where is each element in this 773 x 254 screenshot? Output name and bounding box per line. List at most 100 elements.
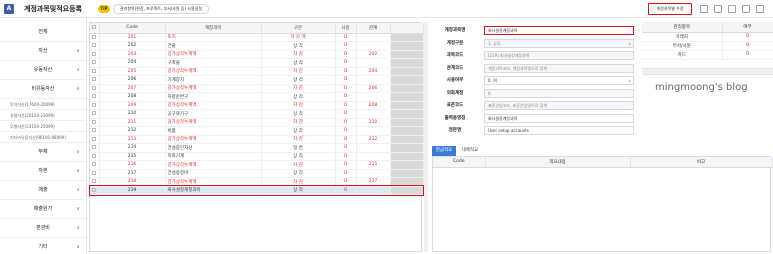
- table-row[interactable]: 219 회사설정계정과목 상 각O: [89, 185, 424, 196]
- table-row[interactable]: 201 토지 차 감 액O: [90, 33, 424, 42]
- table-row[interactable]: 204 구축물 상 각O: [90, 58, 424, 68]
- sidebar-item-1[interactable]: 자산 ∨: [0, 42, 86, 61]
- col-use[interactable]: 사용: [335, 23, 357, 34]
- account-edit-button[interactable]: 계정과목별 수정: [648, 3, 692, 15]
- form-field-5[interactable]: 0: [484, 88, 634, 98]
- chevron-icon[interactable]: ∧: [76, 80, 80, 99]
- form-field-7[interactable]: 회사설정계정과목: [484, 113, 634, 123]
- row-checkbox[interactable]: [90, 50, 100, 59]
- more-icon[interactable]: [700, 5, 708, 13]
- sidebar-item-0[interactable]: 전체: [0, 23, 86, 42]
- table-row[interactable]: 213 감가상각누계액 차 감 O 212: [90, 135, 424, 144]
- form-field-0[interactable]: 회사설정계정과목: [484, 26, 634, 35]
- sidebar-item-4[interactable]: 투자자산(17600-20099): [0, 99, 86, 110]
- print-icon[interactable]: [714, 5, 722, 13]
- sidebar-item-label: 기타: [38, 244, 48, 250]
- col-code[interactable]: Code: [99, 23, 166, 34]
- table-row[interactable]: 202 건물 상 각O: [90, 41, 424, 51]
- sidebar-item-12[interactable]: 판관비 ∨: [0, 219, 86, 238]
- chevron-icon[interactable]: ∨: [76, 61, 80, 80]
- cell-extra: [390, 101, 424, 110]
- sidebar-item-label: 투자자산(17600-20099): [10, 102, 55, 107]
- row-checkbox[interactable]: [90, 126, 100, 136]
- table-row[interactable]: 218 감가상각누계액 차 감 O 217: [90, 177, 424, 187]
- row-checkbox[interactable]: [90, 33, 100, 42]
- row-checkbox[interactable]: [90, 92, 100, 102]
- form-field-1[interactable]: 1. 상각 ∨: [484, 38, 634, 48]
- row-checkbox[interactable]: [90, 177, 100, 187]
- chevron-icon[interactable]: ∨: [76, 143, 80, 162]
- cell-use: O: [335, 41, 357, 51]
- form-label: 외화계정: [446, 90, 464, 96]
- table-row[interactable]: 216 감가상각누계액 차 감 O 215: [90, 160, 424, 170]
- sidebar-item-7[interactable]: 기타비유동자산(96100-98099): [0, 132, 86, 143]
- chevron-down-icon[interactable]: ∨: [628, 40, 631, 47]
- delete-icon[interactable]: [728, 5, 736, 13]
- table-row[interactable]: 217 건설용장비 상 각O: [90, 169, 424, 178]
- row-checkbox[interactable]: [90, 118, 100, 127]
- table-row[interactable]: 208 차량운반구 상 각O: [90, 92, 424, 102]
- table-row[interactable]: 210 공구와기구 상 각O: [90, 109, 424, 119]
- form-field-8[interactable]: User setup accounts: [484, 126, 634, 135]
- form-field-4[interactable]: 0. 여 ∨: [484, 76, 634, 85]
- table-row[interactable]: 209 감가상각누계액 차 감 O 208: [90, 101, 424, 110]
- row-checkbox[interactable]: [90, 75, 100, 85]
- table-row[interactable]: 부서/사원 O: [642, 41, 773, 51]
- row-checkbox[interactable]: [90, 58, 100, 68]
- row-checkbox[interactable]: [90, 160, 100, 170]
- col-account[interactable]: 계정과목: [165, 23, 262, 34]
- row-checkbox[interactable]: [90, 101, 100, 110]
- form-row: 영문명 User setup accounts: [430, 125, 640, 136]
- chevron-icon[interactable]: ∨: [76, 162, 80, 181]
- row-checkbox[interactable]: [90, 84, 100, 93]
- select-all-checkbox[interactable]: [90, 23, 100, 34]
- settings-icon[interactable]: [756, 5, 764, 13]
- table-row[interactable]: 214 건설중인자산 일 반O: [90, 143, 424, 153]
- tip-link[interactable]: 관리항목(현장, 프로젝트, 부서/사원 등) 사용설정: [113, 4, 210, 14]
- edit-icon[interactable]: [742, 5, 750, 13]
- cell-account: 감가상각누계액: [165, 118, 262, 127]
- row-checkbox[interactable]: [90, 135, 100, 144]
- table-row[interactable]: 205 감가상각누계액 차 감 O 204: [90, 67, 424, 76]
- row-checkbox[interactable]: [90, 143, 100, 153]
- sidebar-item-11[interactable]: 매출원가 ∨: [0, 200, 86, 219]
- table-row[interactable]: 203 감가상각누계액 차 감 O 202: [90, 50, 424, 59]
- page-title: 계정과목및적요등록: [24, 5, 82, 13]
- row-checkbox[interactable]: [90, 169, 100, 178]
- row-checkbox[interactable]: [90, 41, 100, 51]
- table-row[interactable]: 207 감가상각누계액 차 감 O 206: [90, 84, 424, 93]
- tab-transfer-memo[interactable]: 대체적요: [458, 146, 482, 156]
- row-checkbox[interactable]: [90, 152, 100, 161]
- sidebar-item-6[interactable]: 무형자산(23100-25099): [0, 121, 86, 132]
- row-checkbox[interactable]: [90, 109, 100, 119]
- chevron-icon[interactable]: ∨: [76, 219, 80, 238]
- form-field-6[interactable]: 표준산업코드, 표준산업명으로 검색: [484, 101, 634, 110]
- table-row[interactable]: 카드 O: [642, 50, 773, 60]
- sidebar-item-5[interactable]: 유형자산(20100-23099): [0, 110, 86, 121]
- row-checkbox[interactable]: [90, 67, 100, 76]
- chevron-icon[interactable]: ∨: [76, 42, 80, 61]
- form-field-2[interactable]: [219] 회사설정계정과목: [484, 51, 634, 60]
- splitter[interactable]: [424, 22, 428, 252]
- cell-type: 상 각: [261, 186, 336, 195]
- chevron-down-icon[interactable]: ∨: [628, 77, 631, 84]
- chevron-icon[interactable]: ∨: [76, 181, 80, 200]
- table-row[interactable]: 거래처 O: [642, 32, 773, 42]
- table-row[interactable]: 206 기계장치 상 각O: [90, 75, 424, 85]
- table-row[interactable]: 215 미착기계 상 각O: [90, 152, 424, 161]
- sidebar-item-13[interactable]: 기타 ∨: [0, 238, 86, 254]
- chevron-icon[interactable]: ∨: [76, 200, 80, 219]
- form-field-3[interactable]: 계정과목코드, 계정과목명으로 검색: [484, 63, 634, 73]
- sidebar-item-9[interactable]: 자본 ∨: [0, 162, 86, 181]
- col-type[interactable]: 구분: [261, 23, 336, 34]
- table-row[interactable]: 211 감가상각누계액 차 감 O 210: [90, 118, 424, 127]
- row-checkbox[interactable]: [90, 186, 100, 195]
- col-relation[interactable]: 관계: [356, 23, 391, 34]
- chevron-icon[interactable]: ∨: [76, 238, 80, 254]
- table-row[interactable]: 212 비품 상 각O: [90, 126, 424, 136]
- tab-cash-memo[interactable]: 현금적요: [432, 146, 456, 156]
- sidebar-item-3[interactable]: 비유동자산 ∧: [0, 80, 86, 99]
- sidebar-item-8[interactable]: 부채 ∨: [0, 143, 86, 162]
- sidebar-item-10[interactable]: 매출 ∨: [0, 181, 86, 200]
- sidebar-item-2[interactable]: 유동자산 ∨: [0, 61, 86, 80]
